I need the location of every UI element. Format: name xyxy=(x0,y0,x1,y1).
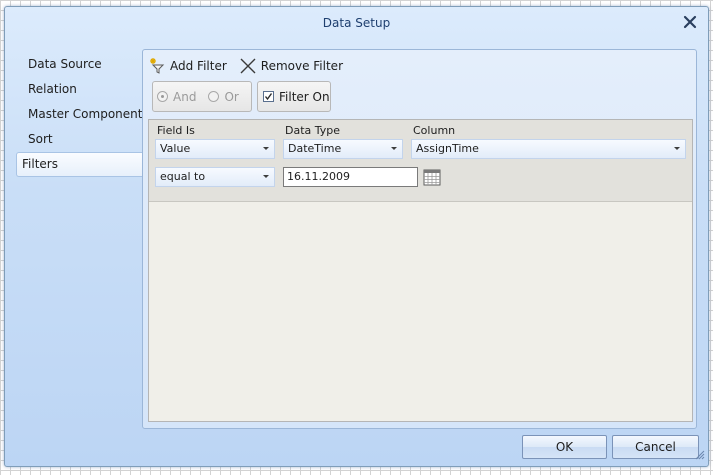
filter-on-group: Filter On xyxy=(257,81,331,112)
data-type-value: DateTime xyxy=(288,142,342,155)
and-radio-label: And xyxy=(173,89,197,104)
data-type-header: Data Type xyxy=(285,124,341,137)
sidebar-item-data-source[interactable]: Data Source xyxy=(16,52,144,77)
check-icon xyxy=(264,93,273,101)
sidebar-item-label: Data Source xyxy=(28,57,102,71)
chevron-down-icon xyxy=(263,147,269,150)
filters-panel: Add Filter Remove Filter And Or Filter O… xyxy=(142,49,697,429)
add-filter-label: Add Filter xyxy=(170,59,227,73)
chevron-down-icon xyxy=(674,147,680,150)
chevron-down-icon xyxy=(263,175,269,178)
sidebar-item-label: Master Component xyxy=(28,107,143,121)
filter-row: Field Is Data Type Column Value DateTime… xyxy=(149,120,692,202)
field-is-header: Field Is xyxy=(157,124,195,137)
date-input[interactable]: 16.11.2009 xyxy=(283,167,418,187)
or-radio[interactable]: Or xyxy=(208,89,239,104)
field-is-combo[interactable]: Value xyxy=(155,139,275,159)
and-radio[interactable]: And xyxy=(157,90,196,104)
close-icon[interactable] xyxy=(682,14,698,30)
condition-combo[interactable]: equal to xyxy=(155,167,275,187)
sidebar-item-label: Filters xyxy=(22,157,58,171)
field-is-value: Value xyxy=(160,142,191,155)
and-radio-circle xyxy=(157,91,168,102)
remove-filter-icon xyxy=(239,57,257,75)
dialog-title: Data Setup xyxy=(322,16,391,30)
column-value: AssignTime xyxy=(416,142,479,155)
logic-group: And Or xyxy=(152,81,252,112)
column-combo[interactable]: AssignTime xyxy=(411,139,686,159)
add-filter-button[interactable]: Add Filter xyxy=(148,56,227,76)
or-radio-circle xyxy=(208,91,220,102)
filter-on-label[interactable]: Filter On xyxy=(279,90,330,104)
data-setup-dialog: Data Setup Data Source Relation Master C… xyxy=(4,6,709,467)
sidebar-item-sort[interactable]: Sort xyxy=(16,127,144,152)
sidebar-item-label: Sort xyxy=(28,132,53,146)
cancel-button[interactable]: Cancel xyxy=(612,435,699,459)
sidebar-item-master-component[interactable]: Master Component xyxy=(16,102,144,127)
filter-on-checkbox[interactable] xyxy=(263,91,274,102)
date-value: 16.11.2009 xyxy=(287,170,350,183)
chevron-down-icon xyxy=(391,147,397,150)
filter-toolbar: Add Filter Remove Filter xyxy=(148,55,355,77)
add-filter-icon xyxy=(148,57,166,75)
title-bar[interactable]: Data Setup xyxy=(5,7,708,39)
data-type-combo[interactable]: DateTime xyxy=(283,139,403,159)
remove-filter-label: Remove Filter xyxy=(260,59,343,73)
remove-filter-button[interactable]: Remove Filter xyxy=(239,56,343,76)
sidebar: Data Source Relation Master Component So… xyxy=(16,52,149,177)
sidebar-item-label: Relation xyxy=(28,82,77,96)
or-radio-label: Or xyxy=(224,89,239,104)
ok-button[interactable]: OK xyxy=(522,435,607,459)
sidebar-item-relation[interactable]: Relation xyxy=(16,77,144,102)
sidebar-item-filters[interactable]: Filters xyxy=(16,152,149,177)
filter-list: Field Is Data Type Column Value DateTime… xyxy=(148,119,693,422)
calendar-icon[interactable] xyxy=(423,168,441,189)
condition-value: equal to xyxy=(160,170,206,183)
resize-grip-icon[interactable] xyxy=(695,449,705,463)
column-header: Column xyxy=(413,124,456,137)
